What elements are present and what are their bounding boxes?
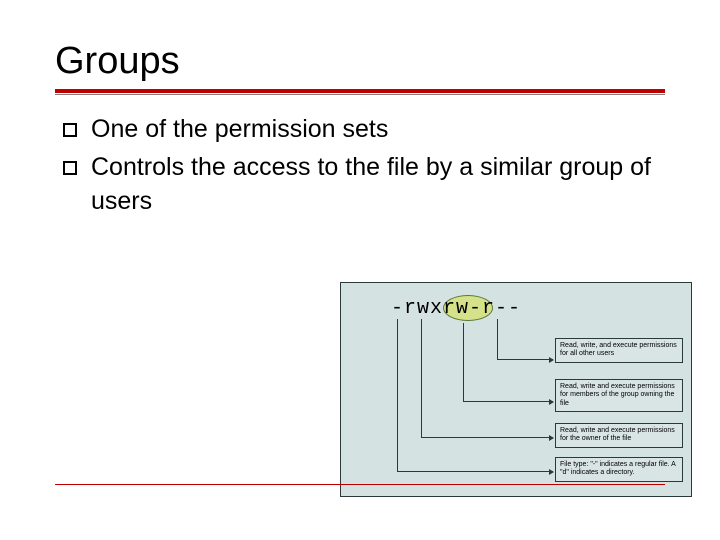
title-underline-thin	[55, 94, 665, 95]
bullet-text: Controls the access to the file by a sim…	[91, 151, 665, 219]
square-bullet-icon	[63, 161, 77, 175]
slide-title: Groups	[55, 40, 665, 83]
bullet-item: One of the permission sets	[63, 113, 665, 147]
diagram-inner: -rwxrw-r-- Read, write, and execute perm…	[341, 283, 691, 496]
diagram-label-filetype: File type: "-" indicates a regular file.…	[555, 457, 683, 482]
footer-rule	[55, 484, 665, 485]
permission-string: -rwxrw-r--	[391, 297, 521, 320]
slide: Groups One of the permission sets Contro…	[0, 0, 720, 540]
connector-line	[463, 401, 553, 402]
connector-line	[397, 319, 398, 471]
diagram-label-group: Read, write and execute permissions for …	[555, 379, 683, 412]
connector-line	[497, 319, 498, 359]
square-bullet-icon	[63, 123, 77, 137]
connector-line	[421, 437, 553, 438]
title-underline-thick	[55, 89, 665, 93]
connector-line	[463, 323, 464, 401]
permissions-diagram: -rwxrw-r-- Read, write, and execute perm…	[340, 282, 692, 497]
connector-line	[497, 359, 553, 360]
connector-line	[421, 319, 422, 437]
diagram-label-others: Read, write, and execute permissions for…	[555, 338, 683, 363]
connector-line	[397, 471, 553, 472]
bullet-list: One of the permission sets Controls the …	[55, 113, 665, 218]
diagram-label-owner: Read, write and execute permissions for …	[555, 423, 683, 448]
bullet-item: Controls the access to the file by a sim…	[63, 151, 665, 219]
bullet-text: One of the permission sets	[91, 113, 665, 147]
